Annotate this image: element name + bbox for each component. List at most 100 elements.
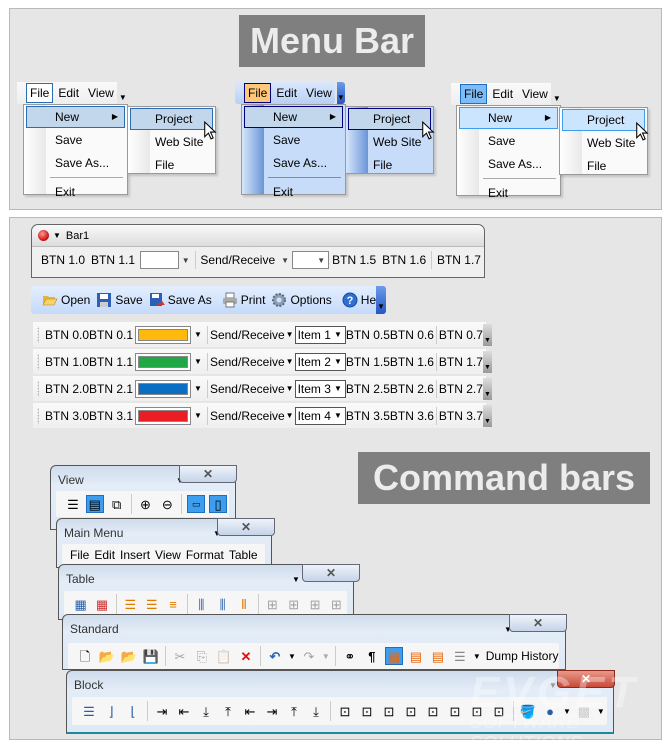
btn-1-1[interactable]: BTN 1.1 — [88, 253, 138, 267]
redo-icon[interactable]: ↷ — [300, 647, 318, 665]
chevron-down-icon[interactable]: ▼ — [336, 82, 345, 104]
chevron-down-icon[interactable]: ▼ — [483, 405, 492, 427]
grip-handle[interactable] — [37, 407, 39, 424]
insert-row-above-icon[interactable]: ☰ — [143, 595, 160, 613]
move-up-icon[interactable]: ⤒ — [285, 702, 303, 720]
dropdown-arrow-icon[interactable]: ▼ — [278, 256, 292, 265]
open-folder-icon[interactable]: 📂 — [98, 647, 116, 665]
menu-item-save-as[interactable]: Save As... — [26, 152, 125, 174]
chevron-down-icon[interactable]: ▼ — [483, 324, 492, 346]
btn-x-0[interactable]: BTN 3.0 — [45, 409, 89, 423]
btn-x-0[interactable]: BTN 2.0 — [45, 382, 89, 396]
dropdown-arrow-icon[interactable]: ▼ — [191, 411, 205, 420]
btn-x-5[interactable]: BTN 1.5 — [346, 355, 390, 369]
send-receive-button[interactable]: Send/Receive — [210, 328, 285, 342]
menu-view[interactable]: View — [155, 548, 181, 562]
dropdown-arrow-icon[interactable]: ▼ — [285, 357, 295, 366]
send-receive-button[interactable]: Send/Receive — [197, 253, 278, 267]
delete-column-icon[interactable]: ⫴ — [235, 595, 252, 613]
submenu-item-web-site[interactable]: Web Site — [130, 131, 213, 153]
close-button[interactable]: ✕ — [509, 614, 567, 632]
dropdown-arrow-icon[interactable]: ▼ — [285, 330, 295, 339]
horizontal-ruler-icon[interactable]: ▭ — [187, 495, 206, 513]
chevron-down-icon[interactable]: ▼ — [119, 82, 127, 104]
chevron-down-icon[interactable]: ▼ — [553, 83, 561, 105]
close-button[interactable]: ✕ — [179, 465, 237, 483]
submenu-item-web-site[interactable]: Web Site — [562, 132, 645, 154]
pilcrow-icon[interactable]: ¶ — [363, 647, 381, 665]
box-space-above-icon[interactable]: ⊡ — [402, 702, 420, 720]
btn-x-5[interactable]: BTN 2.5 — [346, 382, 390, 396]
submenu-item-file[interactable]: File — [348, 154, 431, 176]
btn-x-7[interactable]: BTN 0.7 — [439, 328, 483, 342]
btn-x-5[interactable]: BTN 3.5 — [346, 409, 390, 423]
zoom-out-icon[interactable]: ⊖ — [158, 495, 176, 513]
undo-icon[interactable]: ↶ — [266, 647, 284, 665]
item-select[interactable]: Item 2 ▼ — [294, 352, 346, 371]
menu-edit[interactable]: Edit — [94, 548, 115, 562]
close-circle-icon[interactable] — [38, 230, 49, 241]
btn-x-7[interactable]: BTN 2.7 — [439, 382, 483, 396]
box-indent-right-icon[interactable]: ⊡ — [336, 702, 354, 720]
btn-x-5[interactable]: BTN 0.5 — [346, 328, 390, 342]
indent-left-icon[interactable]: ⇤ — [175, 702, 193, 720]
bar1-titlebar[interactable]: ▼ Bar1 — [32, 225, 484, 247]
delete-table-icon[interactable]: ▦ — [93, 595, 110, 613]
empty-combo[interactable] — [140, 251, 179, 269]
chevron-down-icon[interactable]: ▼ — [483, 378, 492, 400]
btn-x-6[interactable]: BTN 0.6 — [390, 328, 434, 342]
document-view-1-icon[interactable]: ▤ — [384, 647, 403, 665]
dropdown-arrow-icon[interactable]: ▼ — [473, 652, 481, 661]
btn-x-7[interactable]: BTN 1.7 — [439, 355, 483, 369]
menu-file[interactable]: File — [244, 83, 272, 103]
insert-table-icon[interactable]: ▦ — [72, 595, 89, 613]
menu-item-new[interactable]: New ▶ — [26, 106, 125, 128]
print-button[interactable]: Print — [219, 292, 269, 308]
insert-row-below-icon[interactable]: ☰ — [122, 595, 139, 613]
btn-x-7[interactable]: BTN 3.7 — [439, 409, 483, 423]
btn-1-5[interactable]: BTN 1.5 — [329, 253, 379, 267]
menu-item-save-as[interactable]: Save As... — [244, 152, 343, 174]
document-view-2-icon[interactable]: ▤ — [407, 647, 425, 665]
copy-icon[interactable]: ⎘ — [193, 647, 211, 665]
menu-item-new[interactable]: New ▶ — [459, 107, 558, 129]
dropdown-arrow-icon[interactable]: ▼ — [191, 384, 205, 393]
new-document-icon[interactable]: 🗋 — [76, 647, 94, 665]
menu-view[interactable]: View — [518, 84, 552, 104]
dropdown-arrow-icon[interactable]: ▼ — [191, 357, 205, 366]
item-select[interactable]: Item 1 ▼ — [294, 325, 346, 344]
undo-dropdown-icon[interactable]: ▼ — [288, 652, 296, 661]
menu-edit[interactable]: Edit — [54, 83, 83, 103]
web-layout-icon[interactable]: ⧉ — [108, 495, 126, 513]
btn-x-1[interactable]: BTN 1.1 — [89, 355, 133, 369]
caret-down-icon[interactable]: ▼ — [292, 575, 300, 584]
document-view-3-icon[interactable]: ▤ — [429, 647, 447, 665]
delete-row-icon[interactable]: ≡ — [164, 595, 181, 613]
dropdown-arrow-icon[interactable]: ▼ — [285, 384, 295, 393]
insert-column-right-icon[interactable]: ⫼ — [214, 595, 231, 613]
merge-down-icon[interactable]: ⊞ — [306, 595, 323, 613]
submenu-item-web-site[interactable]: Web Site — [348, 131, 431, 153]
menu-item-save-as[interactable]: Save As... — [459, 153, 558, 175]
save-icon[interactable]: 💾 — [142, 647, 160, 665]
space-below-icon[interactable]: ⤓ — [197, 702, 215, 720]
btn-x-6[interactable]: BTN 3.6 — [390, 409, 434, 423]
item-select[interactable]: Item 3 ▼ — [294, 379, 346, 398]
menu-item-save[interactable]: Save — [26, 129, 125, 151]
dropdown-arrow-icon[interactable]: ▼ — [285, 411, 295, 420]
move-down-icon[interactable]: ⤓ — [307, 702, 325, 720]
empty-select[interactable]: ▼ — [292, 251, 330, 269]
dropdown-arrow-icon[interactable]: ▼ — [179, 256, 193, 265]
color-picker[interactable] — [135, 325, 192, 344]
open-button[interactable]: Open — [39, 292, 93, 308]
box-indent-left-icon[interactable]: ⊡ — [358, 702, 376, 720]
grip-handle[interactable] — [37, 353, 39, 370]
grip-handle[interactable] — [37, 326, 39, 343]
vertical-ruler-icon[interactable]: ▯ — [209, 495, 228, 513]
submenu-item-file[interactable]: File — [562, 155, 645, 177]
indent-right-icon[interactable]: ⇥ — [153, 702, 171, 720]
color-picker[interactable] — [135, 406, 192, 425]
normal-view-icon[interactable]: ☰ — [64, 495, 82, 513]
menu-view[interactable]: View — [302, 83, 336, 103]
submenu-item-project[interactable]: Project — [348, 108, 431, 130]
